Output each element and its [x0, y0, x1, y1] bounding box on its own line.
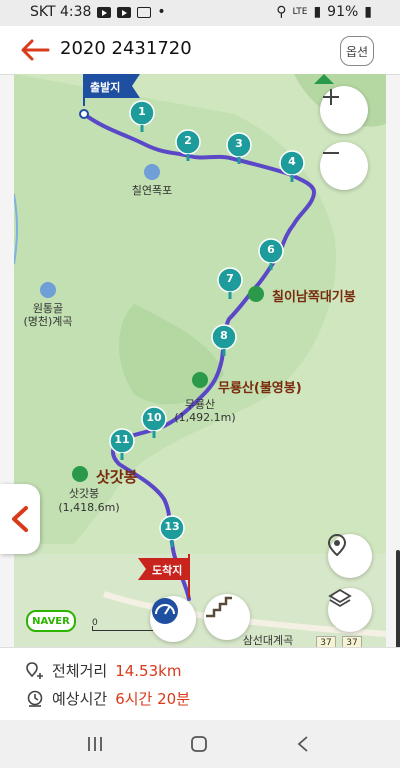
route-distance-icon — [26, 661, 43, 679]
peak-label: 칠이남쪽대기봉 — [272, 290, 356, 305]
peak-icon — [192, 372, 208, 388]
waypoint-number: 7 — [226, 272, 234, 285]
peak-icon — [72, 466, 88, 482]
speedometer-icon — [152, 598, 178, 624]
chevron-left-icon — [12, 506, 28, 532]
panel-toggle-button[interactable] — [0, 484, 40, 554]
zoom-in-button[interactable] — [320, 86, 368, 134]
stairs-icon — [206, 596, 232, 618]
back-arrow-icon[interactable] — [18, 38, 52, 62]
speedometer-button[interactable] — [150, 596, 196, 642]
back-icon[interactable] — [296, 735, 310, 753]
battery-icon: ▮ — [364, 4, 372, 20]
distance-row: 전체거리 14.53km — [26, 660, 181, 681]
road-number: 37 — [342, 636, 362, 647]
youtube-icon — [117, 6, 132, 18]
waterfall-icon — [144, 164, 160, 180]
waypoint-marker[interactable]: 1 — [129, 100, 155, 132]
waypoint-number: 11 — [114, 433, 130, 446]
options-button[interactable]: 옵션 — [340, 36, 374, 66]
waypoint-marker[interactable]: 4 — [279, 150, 305, 182]
layers-button[interactable] — [328, 588, 372, 632]
time-label: 예상시간 — [52, 690, 108, 708]
time-row: 예상시간 6시간 20분 — [26, 688, 190, 709]
network-label: LTE — [292, 7, 308, 17]
clock-icon — [27, 690, 43, 707]
mail-icon — [137, 6, 152, 18]
waypoint-marker[interactable]: 2 — [175, 129, 201, 161]
waypoint-marker[interactable]: 8 — [211, 324, 237, 356]
valley-icon — [40, 282, 56, 298]
waterfall-label: 칠연폭포 — [131, 184, 173, 197]
youtube-icon — [97, 6, 112, 18]
end-flag[interactable]: 도착지 — [134, 552, 198, 600]
home-icon[interactable] — [190, 735, 208, 753]
valley-label-line2: (명천)계곡 — [23, 315, 73, 328]
peak-small-label: (1,418.6m) — [58, 501, 120, 514]
waypoint-number: 3 — [235, 137, 243, 150]
app-bar: 2020 2431720 옵션 — [0, 26, 400, 75]
waypoint-number: 1 — [138, 105, 146, 118]
layers-icon — [328, 588, 352, 608]
status-dot: • — [157, 4, 166, 20]
naver-logo: NAVER — [26, 610, 76, 632]
waypoint-marker[interactable]: 13 — [159, 515, 185, 547]
start-flag-label: 출발지 — [90, 81, 121, 94]
peak-small-label: (1,492.1m) — [174, 411, 236, 424]
battery-level: 91% — [327, 4, 359, 20]
scale-bar — [92, 626, 153, 631]
waypoint-number: 6 — [267, 243, 275, 256]
signal-icon: ▮ — [313, 4, 322, 20]
my-location-button[interactable] — [328, 534, 372, 578]
waypoint-number: 8 — [220, 329, 228, 342]
peak-small-label: 무룡산 — [184, 398, 216, 411]
distance-label: 전체거리 — [52, 662, 108, 680]
route-info-panel: 전체거리 14.53km 예상시간 6시간 20분 — [0, 647, 400, 721]
map-view[interactable]: 출발지 도착지 1 2 3 4 6 7 8 10 11 13 칠연폭포 원통골 … — [14, 74, 386, 647]
status-time: SKT 4:38 — [30, 4, 92, 20]
waypoint-number: 4 — [288, 155, 296, 168]
plus-icon — [323, 89, 339, 105]
peak-small-label: 삿갓봉 — [68, 487, 100, 500]
road-number: 37 — [316, 636, 336, 647]
time-value: 6시간 20분 — [115, 690, 191, 708]
location-pin-icon — [328, 534, 346, 556]
waypoint-marker[interactable]: 10 — [141, 406, 167, 438]
end-flag-label: 도착지 — [152, 564, 183, 577]
waypoint-number: 10 — [146, 411, 162, 424]
distance-value: 14.53km — [115, 661, 182, 680]
recent-apps-icon[interactable] — [86, 736, 104, 752]
peak-icon — [248, 286, 264, 302]
status-bar: SKT 4:38 • ⚲ LTE ▮ 91% ▮ — [0, 0, 400, 26]
waypoint-number: 13 — [164, 520, 180, 533]
location-icon: ⚲ — [276, 4, 287, 20]
valley-label-line1: 원통골 — [32, 302, 64, 315]
waypoint-marker[interactable]: 3 — [226, 132, 252, 164]
system-nav-bar — [0, 720, 400, 768]
waypoint-marker[interactable]: 6 — [258, 238, 284, 270]
minus-icon — [323, 152, 339, 154]
waypoint-marker[interactable]: 7 — [217, 267, 243, 299]
waypoint-number: 2 — [184, 134, 192, 147]
waypoint-marker[interactable]: 11 — [109, 428, 135, 460]
zoom-out-button[interactable] — [320, 142, 368, 190]
peak-label: 삿갓봉 — [96, 468, 138, 486]
peak-label: 무룡산(불영봉) — [218, 381, 302, 396]
elevation-button[interactable] — [204, 594, 250, 640]
page-title: 2020 2431720 — [60, 38, 192, 59]
